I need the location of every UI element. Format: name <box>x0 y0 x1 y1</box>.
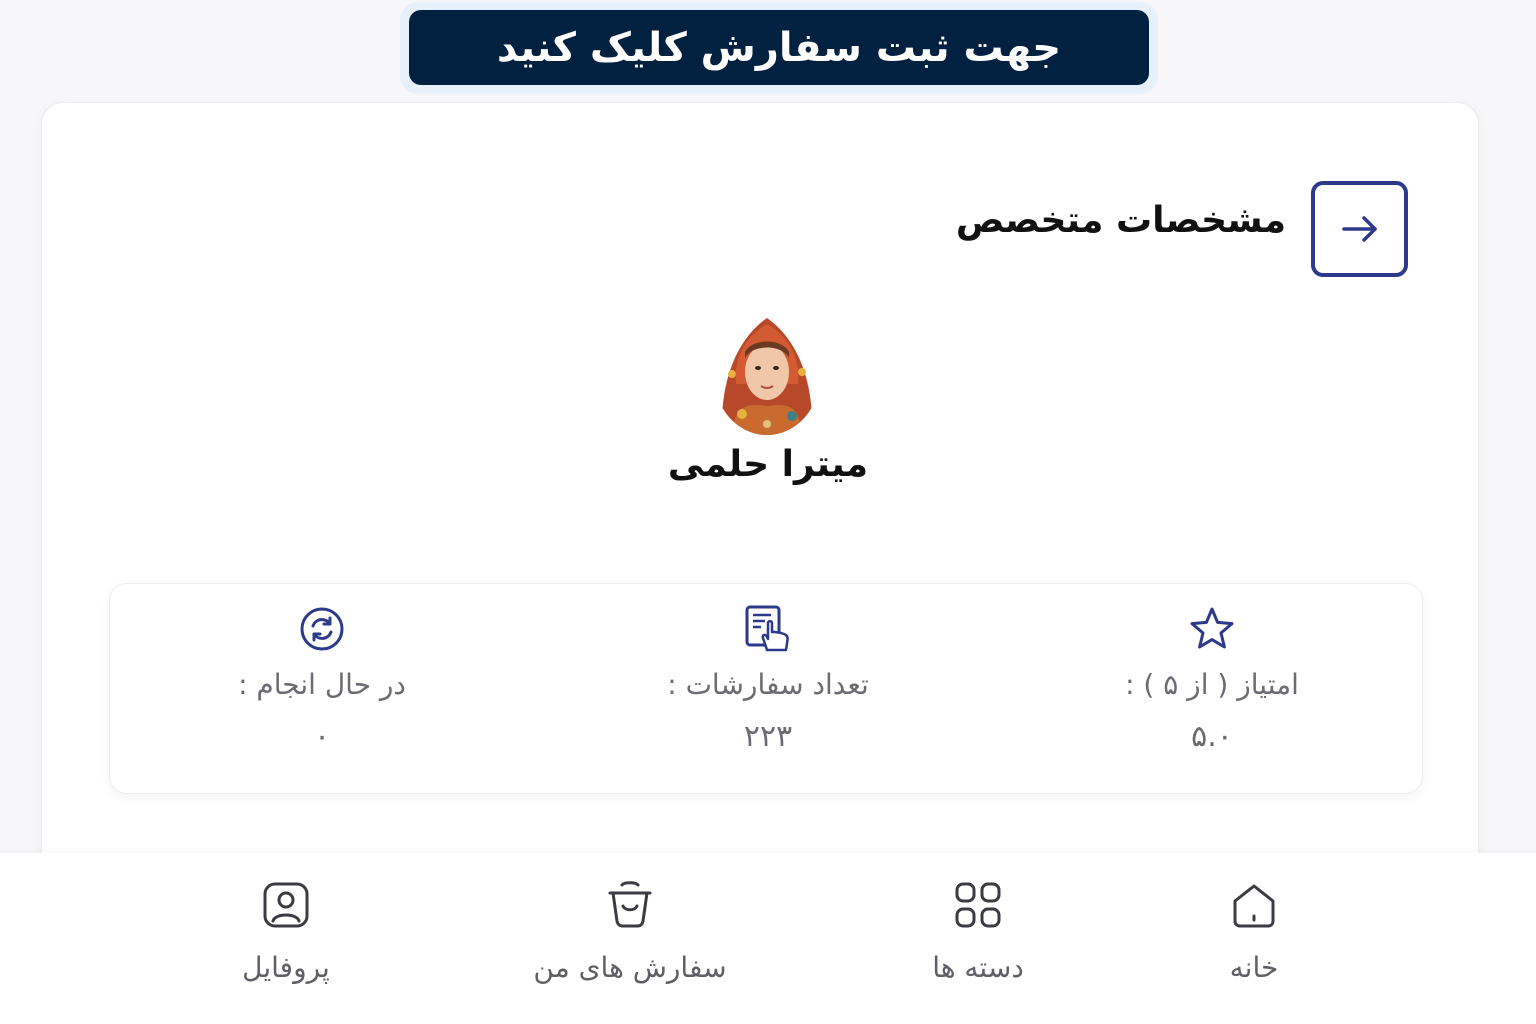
nav-item-categories[interactable]: دسته ها <box>848 853 1108 1024</box>
stat-rating-label: امتیاز ( از ۵ ) : <box>1125 668 1299 701</box>
star-icon <box>1190 607 1234 649</box>
basket-icon <box>608 881 652 928</box>
refresh-circle-icon <box>300 607 344 651</box>
page: جهت ثبت سفارش کلیک کنید مشخصات متخصص میت… <box>0 0 1536 1024</box>
arrow-right-icon <box>1341 216 1377 242</box>
nav-label-profile: پروفایل <box>242 951 330 984</box>
back-button[interactable] <box>1311 181 1408 277</box>
stats-panel: امتیاز ( از ۵ ) : ۵.۰ تعداد سفارشات : ۲۲… <box>109 583 1423 794</box>
page-title: مشخصات متخصص <box>955 200 1286 241</box>
stat-in-progress-value: ۰ <box>313 719 331 754</box>
bottom-nav: خانه دسته ها سفارش های من پروفایل <box>0 853 1536 1024</box>
stat-in-progress-label: در حال انجام : <box>238 668 406 701</box>
order-banner-button[interactable]: جهت ثبت سفارش کلیک کنید <box>409 10 1149 85</box>
expert-avatar <box>714 317 820 435</box>
stat-rating-value: ۵.۰ <box>1191 719 1233 754</box>
hand-pointer-doc-icon <box>745 605 789 652</box>
stat-in-progress: در حال انجام : ۰ <box>172 584 472 795</box>
expert-name: میترا حلمی <box>667 444 869 485</box>
order-banner-label: جهت ثبت سفارش کلیک کنید <box>496 24 1062 71</box>
nav-item-my-orders[interactable]: سفارش های من <box>500 853 760 1024</box>
nav-label-home: خانه <box>1229 951 1279 984</box>
categories-icon <box>955 882 1001 928</box>
nav-item-profile[interactable]: پروفایل <box>156 853 416 1024</box>
nav-label-my-orders: سفارش های من <box>533 951 727 984</box>
stat-rating: امتیاز ( از ۵ ) : ۵.۰ <box>1062 584 1362 795</box>
nav-item-home[interactable]: خانه <box>1124 853 1384 1024</box>
nav-label-categories: دسته ها <box>932 951 1024 984</box>
stat-orders: تعداد سفارشات : ۲۲۳ <box>618 584 918 795</box>
profile-icon <box>263 882 309 928</box>
home-icon <box>1233 884 1275 928</box>
stat-orders-value: ۲۲۳ <box>743 719 793 754</box>
stat-orders-label: تعداد سفارشات : <box>667 668 869 701</box>
